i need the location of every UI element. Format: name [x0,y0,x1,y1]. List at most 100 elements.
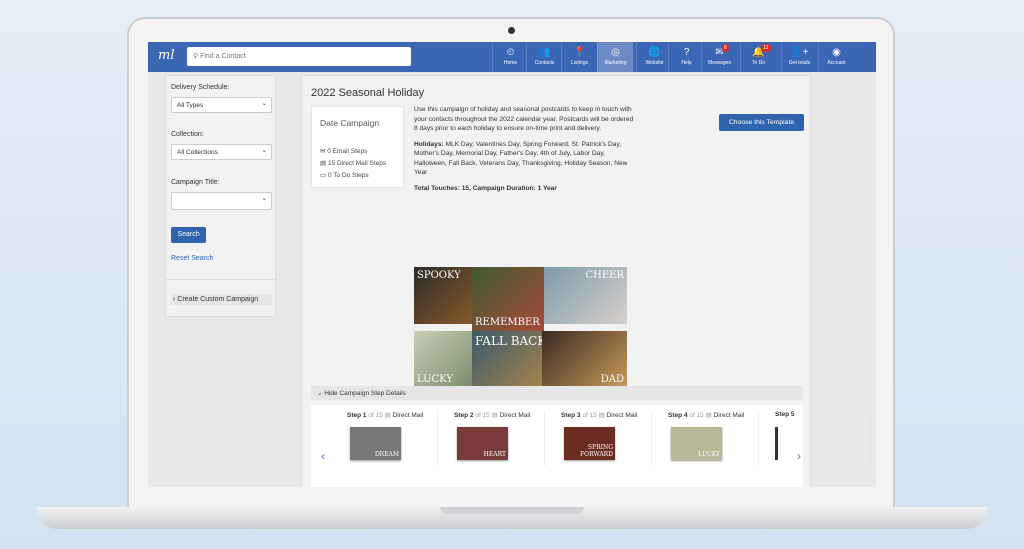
collection-label: Collection: [171,131,204,138]
contacts-icon: 👥 [538,47,551,58]
totals: Total Touches: 15, Campaign Duration: 1 … [414,184,557,192]
nav-contacts[interactable]: 👥 Contacts [526,42,562,72]
nav-messages[interactable]: ✉ Messages 8 [701,42,737,72]
chevron-left-icon[interactable]: ‹ [321,449,325,463]
step-item[interactable]: Step 3 of 15 ▤ Direct Mail SPRING FORWARD [545,411,652,466]
chevron-right-icon[interactable]: › [797,449,801,463]
description-text: Use this campaign of holiday and seasona… [414,106,634,132]
nav-label: Get leads [788,60,811,66]
step-type: Direct Mail [392,412,424,419]
logo[interactable]: ml [158,48,175,63]
nav-label: Listings [571,60,588,66]
search-placeholder: Find a Contact [200,53,246,60]
marketing-icon: ◎ [611,47,620,58]
step-postcard-thumbnail[interactable]: LUCKY [671,427,722,460]
nav-label: Contacts [534,60,555,66]
hide-steps-toggle[interactable]: ⌄ Hide Campaign Step Details [311,386,803,400]
holidays: Holidays: MLK Day, Valentines Day, Sprin… [414,140,636,178]
sidebar-filters: Delivery Schedule: All Types Collection:… [165,75,277,317]
nav-help[interactable]: ? Help [668,42,704,72]
step-type: Direct Mail [713,412,745,419]
account-icon: ◉ [832,47,841,58]
todo-steps-text: 0 To Do Steps [327,172,369,179]
notification-badge: 8 [722,44,729,52]
top-nav: ml ⚲ Find a Contact ⏲ Home 👥 Contacts 📍 Listi… [148,42,876,72]
nav-label: To Do [751,60,766,66]
listings-icon: 📍 [573,47,586,58]
nav-label: Home [503,60,518,66]
postcard-spooky: SPOOKY [414,267,474,324]
step-postcard-thumbnail[interactable]: DREAM [350,427,401,460]
nav-marketing[interactable]: ◎ Marketing [597,42,633,72]
mail-icon: ▤ [491,412,498,419]
step-item[interactable]: Step 4 of 15 ▤ Direct Mail LUCKY [652,411,759,466]
notification-badge: 12 [761,44,771,52]
app-screen: ml ⚲ Find a Contact ⏲ Home 👥 Contacts 📍 Listi… [148,42,876,487]
steps-carousel: ‹ Step 1 of 15 ▤ Direct Mail DREAM Step 2 … [311,405,866,487]
step-of: of 15 [368,412,383,419]
step-of: of 15 [475,412,490,419]
step-postcard-thumbnail[interactable] [775,427,778,460]
step-item[interactable]: Step 2 of 15 ▤ Direct Mail HEART [438,411,545,466]
home-icon: ⏲ [506,47,515,58]
postcard-remember: REMEMBER [472,267,544,331]
divider [166,279,277,280]
nav-account[interactable]: ◉ Account [818,42,854,72]
email-steps: ✉ 0 Email Steps [320,147,367,155]
email-steps-text: 0 Email Steps [327,148,368,155]
collection-select[interactable]: All Collections [171,144,272,160]
create-custom-label: Create Custom Campaign [177,296,259,303]
create-custom-campaign[interactable]: › Create Custom Campaign [171,294,272,305]
campaign-detail: 2022 Seasonal Holiday Date Campaign ✉ 0 … [301,75,866,487]
step-number: Step 3 [561,412,581,419]
mail-icon: ▤ [320,160,328,167]
step-item[interactable]: Step 5 [759,411,866,466]
campaign-type: Date Campaign [320,118,380,128]
step-postcard-thumbnail[interactable]: HEART [457,427,508,460]
mail-icon: ▤ [384,412,391,419]
laptop-notch [440,507,584,514]
step-number: Step 4 [668,412,688,419]
nav-label: Marketing [604,60,627,66]
nav-to-do[interactable]: 🔔 To Do 12 [740,42,776,72]
nav-label: Account [827,60,846,66]
step-item[interactable]: Step 1 of 15 ▤ Direct Mail DREAM [331,411,438,466]
reset-search-link[interactable]: Reset Search [171,255,213,262]
holidays-list: MLK Day, Valentines Day, Spring Forward,… [414,140,628,177]
delivery-label: Delivery Schedule: [171,84,230,91]
holidays-label: Holidays: [414,140,444,148]
mail-steps: ▤ 15 Direct Mail Steps [320,159,386,167]
search-button[interactable]: Search [171,227,206,243]
postcard-lucky: LUCKY [414,331,474,388]
toggle-label: Hide Campaign Step Details [324,390,406,397]
help-icon: ? [683,47,690,58]
mail-icon: ▤ [705,412,712,419]
get-leads-icon: 👤+ [790,47,809,58]
step-of: of 15 [582,412,597,419]
campaign-summary-card: Date Campaign ✉ 0 Email Steps ▤ 15 Direc… [311,106,404,188]
postcard-dad: DAD [542,331,627,388]
choose-template-button[interactable]: Choose this Template [719,114,804,131]
step-number: Step 2 [454,412,474,419]
title-label: Campaign Title: [171,179,220,186]
step-number: Step 5 [775,411,795,418]
step-type: Direct Mail [499,412,531,419]
to-do-icon: 🔔 [752,47,765,58]
nav-label: Website [645,60,664,66]
nav-website[interactable]: 🌐 Website [636,42,672,72]
step-of: of 15 [689,412,704,419]
messages-icon: ✉ [715,47,724,58]
delivery-select[interactable]: All Types [171,97,272,113]
nav-label: Messages [708,60,731,66]
nav-label: Help [681,60,692,66]
campaign-title-input[interactable] [171,192,272,210]
nav-home[interactable]: ⏲ Home [492,42,528,72]
mail-steps-text: 15 Direct Mail Steps [327,160,387,167]
nav-listings[interactable]: 📍 Listings [561,42,597,72]
search-input[interactable]: ⚲ Find a Contact [187,47,411,66]
step-number: Step 1 [347,412,367,419]
todo-steps: ▭ 0 To Do Steps [320,171,369,179]
mail-icon: ▤ [598,412,605,419]
nav-get-leads[interactable]: 👤+ Get leads [781,42,817,72]
step-postcard-thumbnail[interactable]: SPRING FORWARD [564,427,615,460]
